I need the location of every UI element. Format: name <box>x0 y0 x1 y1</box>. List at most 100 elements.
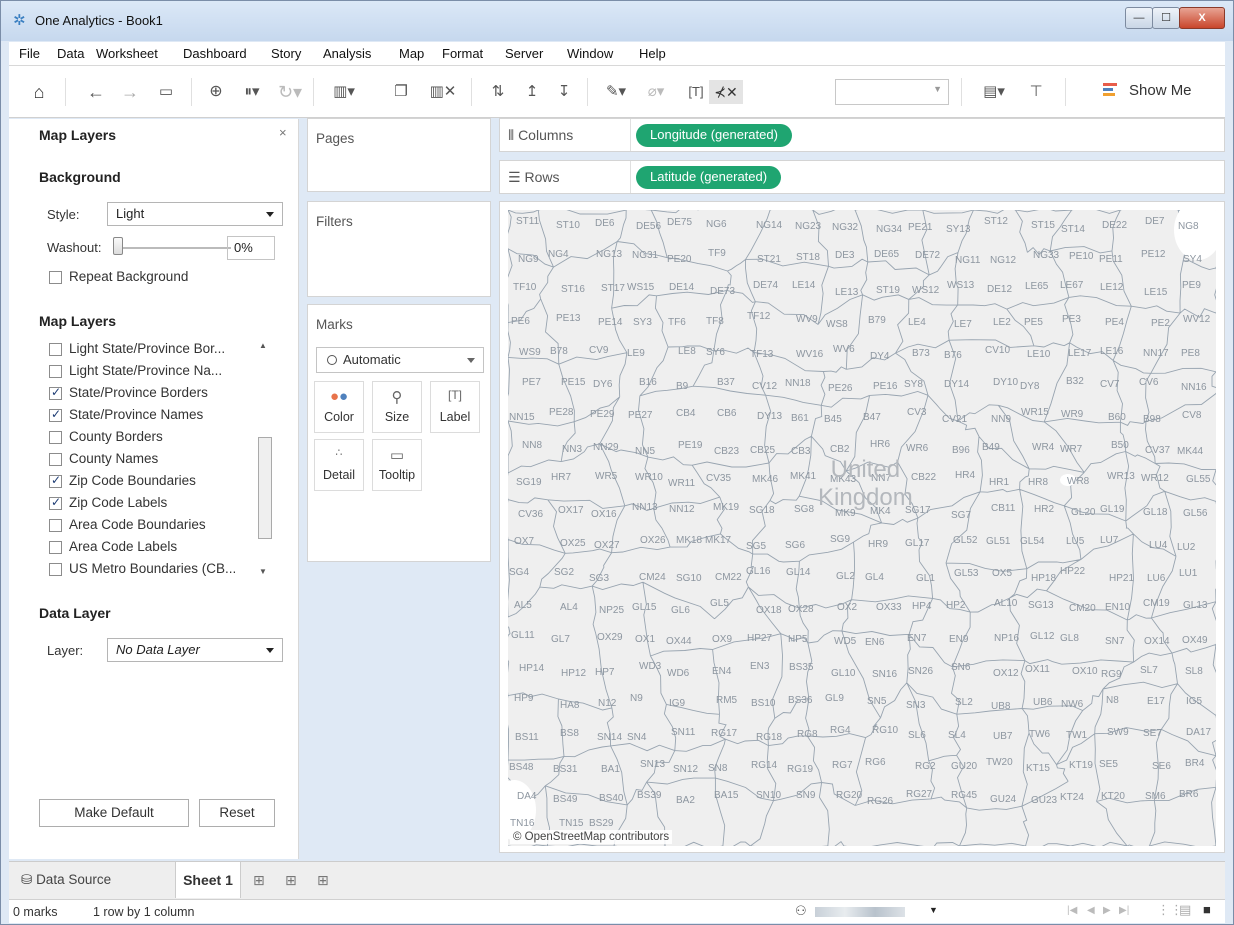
zip-code-label: ST18 <box>796 252 820 263</box>
layer-checkbox[interactable] <box>49 453 62 466</box>
user-selector[interactable]: ⚇ ▼ <box>795 903 945 921</box>
duplicate-sheet-icon[interactable]: ❐ <box>389 80 413 104</box>
group-members-icon[interactable]: ⌀▾ <box>641 80 671 104</box>
highlight-icon[interactable]: ✎▾ <box>601 80 631 104</box>
pause-auto-updates-icon[interactable]: ⏸▾ <box>237 80 267 104</box>
layer-checkbox[interactable] <box>49 385 62 400</box>
zip-code-label: B60 <box>1108 412 1126 423</box>
menu-analysis[interactable]: Analysis <box>323 46 371 61</box>
menu-server[interactable]: Server <box>505 46 543 61</box>
new-worksheet-icon[interactable]: ⊞ <box>253 862 273 898</box>
home-icon[interactable]: ⌂ <box>27 80 51 104</box>
zip-code-label: ST14 <box>1061 224 1085 235</box>
layer-checkbox[interactable] <box>49 495 62 510</box>
clear-sheet-icon[interactable]: ▥✕ <box>425 80 461 104</box>
zip-code-label: HR1 <box>989 477 1010 488</box>
zip-code-label: CV7 <box>1100 379 1120 390</box>
refresh-icon[interactable]: ↻▾ <box>275 80 305 104</box>
new-story-icon[interactable]: ⊞ <box>317 862 337 898</box>
close-panel-icon[interactable]: × <box>279 125 287 140</box>
repeat-background-checkbox[interactable] <box>49 271 62 284</box>
layer-checkbox[interactable] <box>49 519 62 532</box>
fit-dropdown[interactable]: ▼ <box>835 79 949 105</box>
sort-descending-icon[interactable]: ↧ <box>553 80 575 104</box>
layer-checkbox[interactable] <box>49 365 62 378</box>
size-button[interactable]: ⚲ Size <box>372 381 422 433</box>
rows-shelf[interactable]: ☰ Rows Latitude (generated) <box>499 160 1225 194</box>
new-worksheet-icon[interactable]: ▥▾ <box>327 80 361 104</box>
last-sheet-icon[interactable]: ▶| <box>1119 905 1129 916</box>
layer-checkbox[interactable] <box>49 431 62 444</box>
card-layout-icon[interactable]: ▤▾ <box>977 80 1011 104</box>
swap-rows-columns-icon[interactable]: ⇅ <box>487 80 509 104</box>
washout-slider-handle[interactable] <box>113 237 123 255</box>
style-select[interactable]: Light <box>107 202 283 226</box>
zip-code-label: SG7 <box>951 510 972 521</box>
layer-checkbox[interactable] <box>49 473 62 488</box>
reset-button[interactable]: Reset <box>199 799 275 827</box>
menu-help[interactable]: Help <box>639 46 666 61</box>
new-dashboard-icon[interactable]: ⊞ <box>285 862 305 898</box>
longitude-pill[interactable]: Longitude (generated) <box>636 124 792 147</box>
scroll-down-icon[interactable]: ▼ <box>259 567 267 576</box>
make-default-button[interactable]: Make Default <box>39 799 189 827</box>
layer-checkbox[interactable] <box>49 541 62 554</box>
first-sheet-icon[interactable]: |◀ <box>1067 905 1077 916</box>
map-canvas[interactable]: ST11 ST10 DE6 DE56 DE75 NG6 NG14 NG23 NG32 NG34 PE… <box>508 210 1216 846</box>
zip-code-label: DE56 <box>636 221 662 232</box>
save-icon[interactable]: ▭ <box>155 80 177 104</box>
zip-code-label: GL52 <box>953 535 978 546</box>
zip-code-label: EN7 <box>907 633 927 644</box>
zip-code-label: PE5 <box>1024 317 1043 328</box>
mark-type-select[interactable]: Automatic <box>316 347 484 373</box>
tabs-view-icon[interactable]: ■ <box>1203 902 1211 917</box>
washout-input[interactable]: 0% <box>227 236 275 260</box>
columns-shelf[interactable]: ⦀ Columns Longitude (generated) <box>499 118 1225 152</box>
zip-code-label: NG31 <box>632 250 659 261</box>
detail-button[interactable]: ∴ Detail <box>314 439 364 491</box>
sheet-tab[interactable]: Sheet 1 <box>175 862 241 898</box>
prev-sheet-icon[interactable]: ◀ <box>1087 905 1095 916</box>
pages-card[interactable]: Pages <box>307 118 491 192</box>
layer-checkbox[interactable] <box>49 407 62 422</box>
maximize-button[interactable]: ☐ <box>1152 7 1180 29</box>
forward-icon[interactable]: → <box>119 80 141 104</box>
menu-worksheet[interactable]: Worksheet <box>96 46 158 61</box>
sort-ascending-icon[interactable]: ↥ <box>521 80 543 104</box>
latitude-pill[interactable]: Latitude (generated) <box>636 166 782 189</box>
zip-code-label: LE7 <box>954 319 972 330</box>
data-source-tab[interactable]: ⛁ Data Source <box>21 862 171 898</box>
show-mark-labels-icon[interactable]: [T] <box>685 80 707 104</box>
zip-code-label: GL5 <box>710 598 729 609</box>
menu-story[interactable]: Story <box>271 46 301 61</box>
marks-card: Marks Automatic ●● Color ⚲ Size [T] Labe… <box>307 304 491 562</box>
scroll-up-icon[interactable]: ▲ <box>259 341 267 350</box>
back-icon[interactable]: ← <box>85 80 107 104</box>
new-data-source-icon[interactable]: ⊕ <box>205 80 227 104</box>
fix-axes-icon[interactable]: ⊀✕ <box>709 80 743 104</box>
filters-card[interactable]: Filters <box>307 201 491 297</box>
close-window-button[interactable]: X <box>1179 7 1225 29</box>
menu-window[interactable]: Window <box>567 46 613 61</box>
next-sheet-icon[interactable]: ▶ <box>1103 905 1111 916</box>
zip-code-label: WV12 <box>1183 314 1211 325</box>
menu-format[interactable]: Format <box>442 46 483 61</box>
presentation-mode-icon[interactable]: ⊤ <box>1025 80 1047 104</box>
color-button[interactable]: ●● Color <box>314 381 364 433</box>
label-button[interactable]: [T] Label <box>430 381 480 433</box>
layer-checkbox[interactable] <box>49 563 62 576</box>
show-me-button[interactable]: Show Me <box>1129 82 1192 99</box>
map-view[interactable]: ST11 ST10 DE6 DE56 DE75 NG6 NG14 NG23 NG32 NG34 PE… <box>499 201 1225 853</box>
minimize-button[interactable]: — <box>1125 7 1153 29</box>
layers-scrollbar[interactable]: ▲ ▼ <box>257 337 273 581</box>
menu-data[interactable]: Data <box>57 46 84 61</box>
washout-slider-track[interactable] <box>121 247 231 249</box>
data-layer-select[interactable]: No Data Layer <box>107 638 283 662</box>
filmstrip-icon[interactable]: ▤ <box>1179 902 1191 918</box>
scrollbar-thumb[interactable] <box>258 437 272 539</box>
menu-file[interactable]: File <box>19 46 40 61</box>
layer-checkbox[interactable] <box>49 343 62 356</box>
tooltip-button[interactable]: ▭ Tooltip <box>372 439 422 491</box>
menu-map[interactable]: Map <box>399 46 424 61</box>
menu-dashboard[interactable]: Dashboard <box>183 46 247 61</box>
